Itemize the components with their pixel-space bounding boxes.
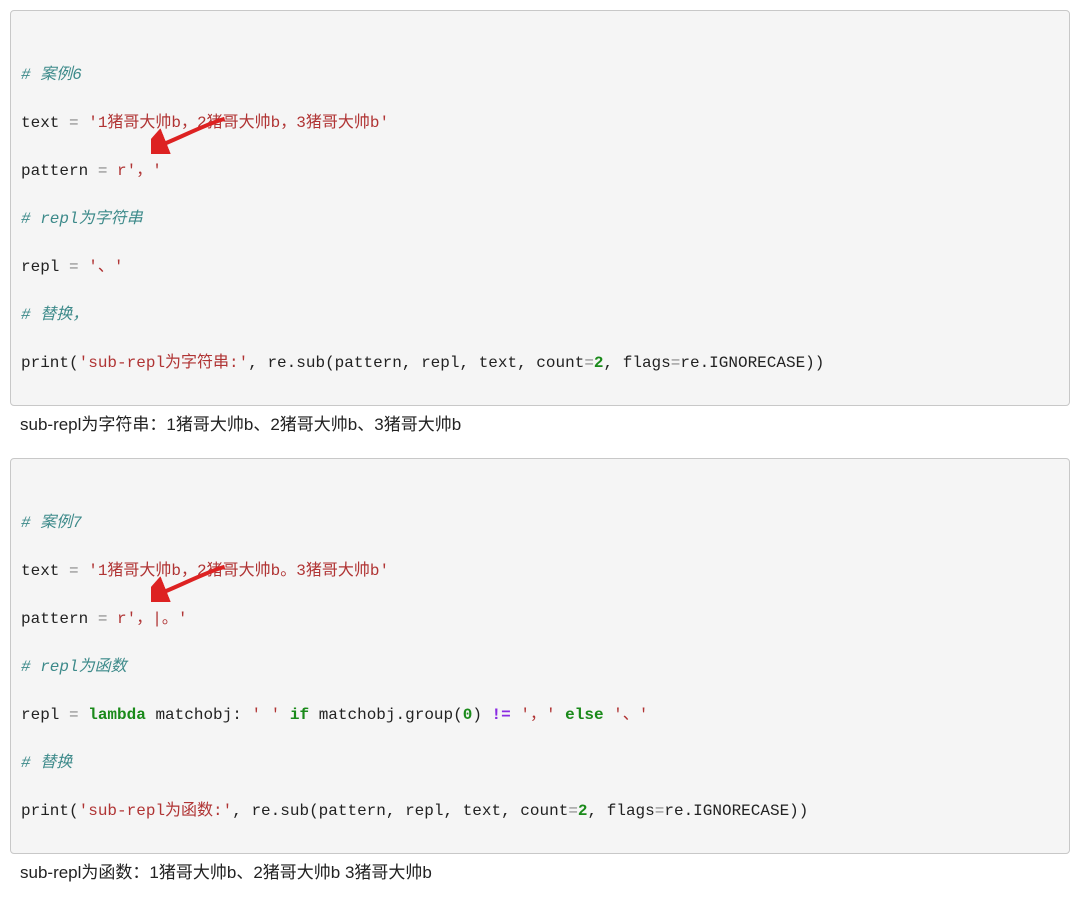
code-text	[511, 706, 521, 724]
keyword-else: else	[556, 706, 604, 724]
code-text: )	[472, 706, 491, 724]
operator-equals: =	[655, 802, 665, 820]
operator-equals: =	[69, 706, 79, 724]
code-text: pattern	[21, 162, 98, 180]
comment-repl-string: # repl为字符串	[21, 210, 143, 228]
print-call: print	[21, 802, 69, 820]
operator-equals: =	[69, 258, 79, 276]
operator-equals: =	[69, 114, 79, 132]
comment-replace: # 替换，	[21, 306, 88, 324]
comment-replace: # 替换	[21, 754, 72, 772]
number-literal: 2	[594, 354, 604, 372]
code-text: matchobj.group(	[309, 706, 463, 724]
code-text: re.IGNORECASE))	[680, 354, 824, 372]
code-block-case-6: # 案例6 text = '1猪哥大帅b，2猪哥大帅b，3猪哥大帅b' patt…	[10, 10, 1070, 406]
code-text: , flags	[588, 802, 655, 820]
code-text: matchobj:	[146, 706, 252, 724]
print-call: print	[21, 354, 69, 372]
string-literal: r'，'	[107, 162, 161, 180]
string-literal: '1猪哥大帅b，2猪哥大帅b。3猪哥大帅b'	[79, 562, 389, 580]
comment-case-6: # 案例6	[21, 66, 82, 84]
operator-equals: =	[69, 562, 79, 580]
code-block-case-7: # 案例7 text = '1猪哥大帅b，2猪哥大帅b。3猪哥大帅b' patt…	[10, 458, 1070, 854]
keyword-lambda: lambda	[79, 706, 146, 724]
string-literal: '1猪哥大帅b，2猪哥大帅b，3猪哥大帅b'	[79, 114, 389, 132]
code-text: , re.sub(pattern, repl, text, count	[248, 354, 584, 372]
operator-equals: =	[568, 802, 578, 820]
code-text: , re.sub(pattern, repl, text, count	[232, 802, 568, 820]
paren: (	[69, 802, 79, 820]
output-case-7: sub-repl为函数：1猪哥大帅b、2猪哥大帅b 3猪哥大帅b	[10, 854, 1070, 896]
string-literal: '、'	[604, 706, 649, 724]
string-literal: 'sub-repl为字符串:'	[79, 354, 249, 372]
operator-equals: =	[98, 610, 108, 628]
string-literal: '，'	[520, 706, 555, 724]
operator-equals: =	[584, 354, 594, 372]
keyword-if: if	[280, 706, 309, 724]
string-literal: 'sub-repl为函数:'	[79, 802, 233, 820]
operator-not-equal: !=	[492, 706, 511, 724]
string-literal: ' '	[251, 706, 280, 724]
code-text: re.IGNORECASE))	[664, 802, 808, 820]
operator-equals: =	[98, 162, 108, 180]
number-literal: 0	[463, 706, 473, 724]
comment-repl-func: # repl为函数	[21, 658, 127, 676]
operator-equals: =	[671, 354, 681, 372]
string-literal: r'，|。'	[107, 610, 187, 628]
paren: (	[69, 354, 79, 372]
code-text: pattern	[21, 610, 98, 628]
number-literal: 2	[578, 802, 588, 820]
comment-case-7: # 案例7	[21, 514, 82, 532]
output-case-6: sub-repl为字符串：1猪哥大帅b、2猪哥大帅b、3猪哥大帅b	[10, 406, 1070, 448]
code-text: repl	[21, 258, 69, 276]
code-text: text	[21, 114, 69, 132]
code-text: repl	[21, 706, 69, 724]
code-text: text	[21, 562, 69, 580]
code-text: , flags	[604, 354, 671, 372]
string-literal: '、'	[79, 258, 124, 276]
